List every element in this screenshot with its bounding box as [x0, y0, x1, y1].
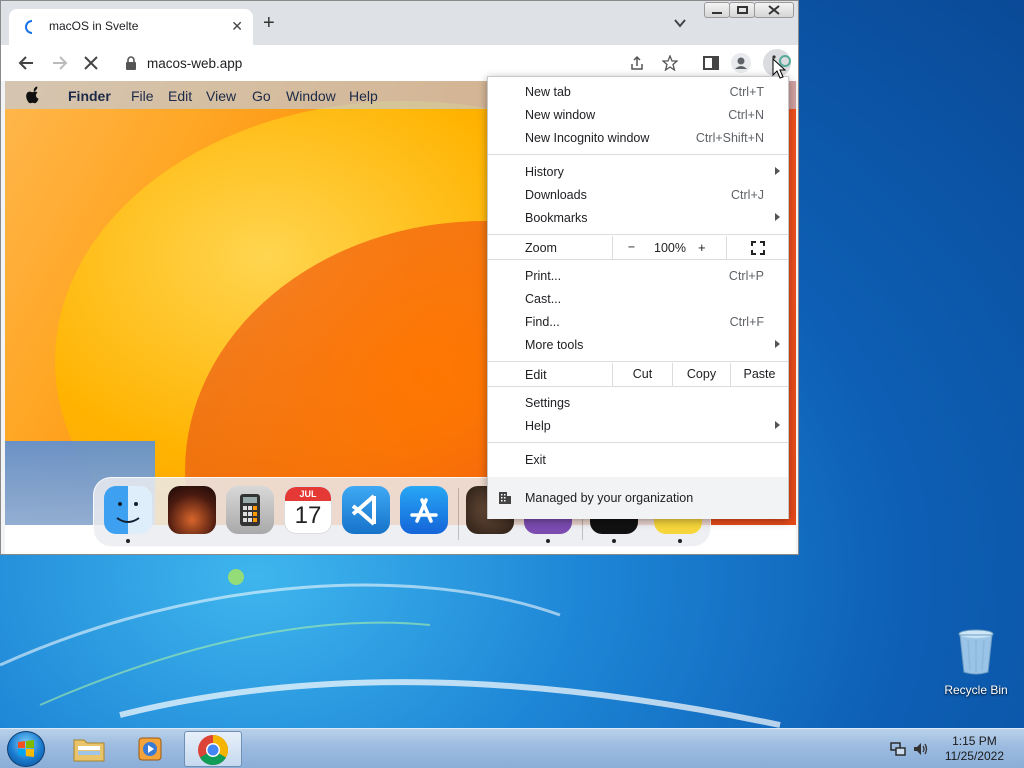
menu-settings[interactable]: Settings — [488, 392, 788, 415]
taskbar-explorer-button[interactable] — [60, 731, 118, 767]
menu-bookmarks[interactable]: Bookmarks — [488, 207, 788, 230]
forward-arrow-icon[interactable] — [49, 53, 69, 73]
apple-logo-icon[interactable] — [25, 86, 41, 104]
side-panel-icon[interactable] — [701, 53, 721, 73]
windows-logo-icon — [18, 740, 34, 757]
menu-exit[interactable]: Exit — [488, 449, 788, 472]
new-tab-button[interactable]: + — [263, 13, 275, 33]
url-text: macos-web.app — [147, 56, 243, 71]
recycle-bin[interactable]: Recycle Bin — [940, 628, 1012, 697]
bookmark-star-icon[interactable] — [662, 55, 678, 71]
menu-separator — [488, 386, 788, 387]
loading-favicon-icon — [25, 20, 33, 34]
taskbar-clock[interactable]: 1:15 PM 11/25/2022 — [945, 734, 1004, 764]
menu-window[interactable]: Window — [286, 88, 336, 104]
taskbar-media-player-button[interactable] — [122, 731, 180, 767]
recycle-bin-icon — [958, 629, 994, 675]
menu-cast[interactable]: Cast... — [488, 288, 788, 311]
calendar-day: 17 — [294, 502, 322, 529]
submenu-arrow-icon — [775, 421, 780, 429]
fullscreen-button[interactable] — [726, 236, 788, 259]
media-player-icon — [138, 737, 162, 761]
back-arrow-icon[interactable] — [17, 53, 37, 73]
dock-separator — [458, 488, 459, 540]
running-indicator — [612, 539, 616, 543]
running-indicator — [678, 539, 682, 543]
copy-button[interactable]: Copy — [672, 363, 730, 386]
menu-downloads[interactable]: Downloads Ctrl+J — [488, 184, 788, 207]
system-tray: 1:15 PM 11/25/2022 — [884, 729, 1024, 768]
stop-loading-icon[interactable] — [81, 53, 101, 73]
menu-managed-by-org[interactable]: Managed by your organization — [488, 477, 788, 519]
zoom-in-button[interactable]: + — [698, 240, 706, 255]
folder-icon — [73, 739, 105, 762]
taskbar-chrome-button[interactable] — [184, 731, 242, 767]
menu-help[interactable]: Help — [349, 88, 378, 104]
menu-finder[interactable]: Finder — [68, 88, 111, 104]
running-indicator — [126, 539, 130, 543]
menu-separator — [488, 361, 788, 362]
app-store-icon[interactable] — [400, 486, 448, 534]
menu-go[interactable]: Go — [252, 88, 271, 104]
start-button[interactable] — [7, 731, 45, 767]
menu-help[interactable]: Help — [488, 415, 788, 438]
paste-button[interactable]: Paste — [730, 363, 788, 386]
menu-separator — [488, 234, 788, 235]
menu-new-incognito-window[interactable]: New Incognito window Ctrl+Shift+N — [488, 127, 788, 150]
chrome-app-menu: New tab Ctrl+T New window Ctrl+N New Inc… — [487, 76, 789, 519]
mouse-cursor-icon — [772, 58, 786, 79]
tab-title: macOS in Svelte — [49, 19, 139, 33]
menu-find[interactable]: Find... Ctrl+F — [488, 311, 788, 334]
volume-icon[interactable] — [912, 741, 930, 757]
menu-print[interactable]: Print... Ctrl+P — [488, 265, 788, 288]
menu-edit[interactable]: Edit — [168, 88, 192, 104]
zoom-level: 100% — [654, 241, 686, 255]
submenu-arrow-icon — [775, 340, 780, 348]
wallpapers-app-icon[interactable] — [168, 486, 216, 534]
submenu-arrow-icon — [775, 213, 780, 221]
window-close-button[interactable] — [754, 2, 794, 18]
menu-file[interactable]: File — [131, 88, 154, 104]
profile-avatar-icon[interactable] — [731, 53, 751, 73]
vscode-icon[interactable] — [342, 486, 390, 534]
minimize-button[interactable] — [704, 2, 730, 18]
running-indicator — [546, 539, 550, 543]
menu-separator — [488, 442, 788, 443]
cut-button[interactable]: Cut — [612, 363, 672, 386]
finder-icon[interactable] — [104, 486, 152, 534]
building-icon — [499, 492, 511, 504]
recycle-bin-label: Recycle Bin — [944, 683, 1008, 697]
menu-more-tools[interactable]: More tools — [488, 334, 788, 357]
window-close-icon — [768, 5, 780, 15]
tab-strip: macOS in Svelte ✕ + — [1, 1, 798, 45]
clock-date: 11/25/2022 — [944, 749, 1004, 763]
menu-separator — [488, 154, 788, 155]
maximize-button[interactable] — [729, 2, 755, 18]
clock-time: 1:15 PM — [952, 734, 997, 748]
tab-macos-in-svelte[interactable]: macOS in Svelte ✕ — [9, 9, 253, 45]
menu-separator — [488, 259, 788, 260]
menu-history[interactable]: History — [488, 161, 788, 184]
menu-view[interactable]: View — [206, 88, 236, 104]
tab-close-icon[interactable]: ✕ — [231, 18, 243, 35]
fullscreen-icon — [750, 241, 765, 255]
submenu-arrow-icon — [775, 167, 780, 175]
lock-icon — [126, 56, 136, 70]
calendar-icon[interactable]: JUL 17 — [284, 486, 332, 534]
network-icon[interactable] — [890, 741, 906, 757]
menu-new-tab[interactable]: New tab Ctrl+T — [488, 81, 788, 104]
menu-new-window[interactable]: New window Ctrl+N — [488, 104, 788, 127]
zoom-out-button[interactable]: − — [612, 236, 650, 259]
desktop-wallpaper-swoosh — [0, 569, 781, 728]
tab-search-chevron-icon[interactable] — [673, 17, 687, 29]
windows-taskbar: 1:15 PM 11/25/2022 — [0, 728, 1024, 768]
menu-zoom-row: Zoom − 100% + — [488, 236, 788, 259]
share-icon[interactable] — [629, 55, 645, 71]
menu-edit-row: Edit Cut Copy Paste — [488, 363, 788, 386]
calendar-month: JUL — [285, 487, 331, 501]
calculator-icon[interactable] — [226, 486, 274, 534]
chrome-logo-icon — [198, 735, 229, 766]
address-bar[interactable]: macos-web.app — [113, 49, 678, 77]
